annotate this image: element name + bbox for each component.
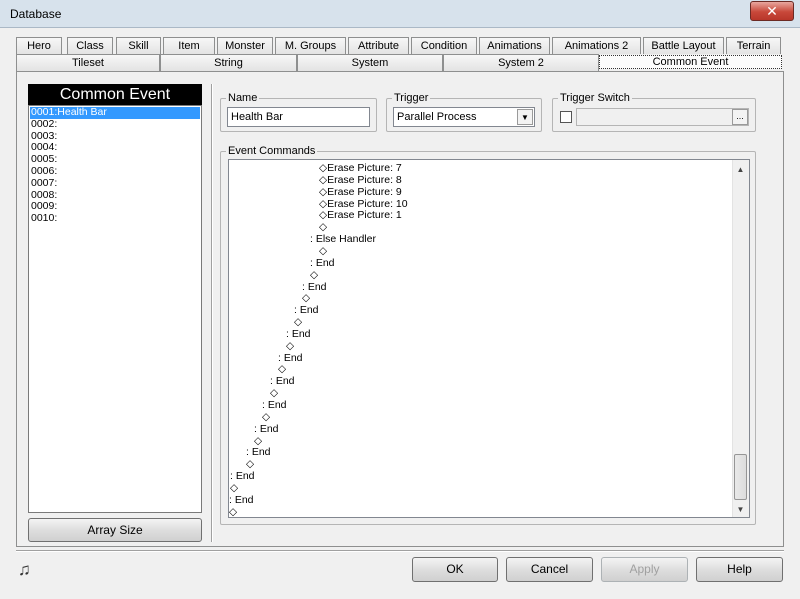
tab-condition[interactable]: Condition: [411, 37, 477, 54]
event-command-line[interactable]: ◇: [262, 411, 270, 423]
event-command-line[interactable]: ◇: [294, 316, 302, 328]
help-button[interactable]: Help: [696, 557, 783, 582]
event-command-line[interactable]: ◇: [319, 221, 327, 233]
event-command-line[interactable]: ◇: [230, 482, 238, 494]
common-event-list[interactable]: 0001:Health Bar 0002: 0003: 0004: 0005: 0006:…: [28, 105, 202, 513]
tab-item[interactable]: Item: [163, 37, 215, 54]
panel-divider: [211, 84, 213, 542]
event-command-line[interactable]: : End: [229, 494, 254, 506]
tab-hero[interactable]: Hero: [16, 37, 62, 54]
window-title: Database: [10, 7, 62, 21]
tab-string[interactable]: String: [160, 54, 297, 71]
event-command-line[interactable]: ◇Erase Picture: 1: [319, 209, 402, 221]
tab-monster[interactable]: Monster: [217, 37, 273, 54]
event-command-line[interactable]: ◇Erase Picture: 9: [319, 186, 402, 198]
common-event-item[interactable]: 0010:: [30, 212, 200, 225]
name-label: Name: [226, 92, 260, 104]
event-command-line[interactable]: : End: [254, 423, 279, 435]
event-command-line[interactable]: ◇: [319, 245, 327, 257]
event-command-line[interactable]: : End: [230, 470, 255, 482]
event-command-line[interactable]: : End: [262, 399, 287, 411]
array-size-button[interactable]: Array Size: [28, 518, 202, 542]
event-command-line[interactable]: ◇Erase Picture: 10: [319, 198, 408, 210]
tab-battle-layout[interactable]: Battle Layout: [643, 37, 724, 54]
tab-system-2[interactable]: System 2: [443, 54, 599, 71]
close-button[interactable]: ✕: [750, 1, 794, 21]
event-command-line[interactable]: : End: [278, 352, 303, 364]
name-field[interactable]: Health Bar: [227, 107, 370, 127]
event-command-line[interactable]: : End: [294, 304, 319, 316]
event-command-line[interactable]: : Else Handler: [310, 233, 376, 245]
ok-button[interactable]: OK: [412, 557, 498, 582]
event-command-line[interactable]: : End: [302, 281, 327, 293]
event-command-line[interactable]: ◇: [278, 363, 286, 375]
tab-system[interactable]: System: [297, 54, 443, 71]
tab-common-event[interactable]: Common Event: [599, 55, 782, 69]
scroll-down-arrow-icon[interactable]: ▼: [732, 502, 749, 518]
event-command-line[interactable]: ◇: [286, 340, 294, 352]
trigger-switch-checkbox[interactable]: [560, 111, 572, 123]
cancel-button[interactable]: Cancel: [506, 557, 593, 582]
common-event-header: Common Event: [28, 84, 202, 105]
event-commands-label: Event Commands: [226, 145, 318, 157]
event-command-line[interactable]: ◇: [270, 387, 278, 399]
tab-tileset[interactable]: Tileset: [16, 54, 160, 71]
tab-class[interactable]: Class: [67, 37, 113, 54]
event-command-line[interactable]: ◇: [254, 435, 262, 447]
common-event-item[interactable]: 0002:: [30, 118, 200, 131]
event-command-line[interactable]: ◇: [302, 292, 310, 304]
event-command-line[interactable]: ◇: [246, 458, 254, 470]
event-command-line[interactable]: ◇: [229, 506, 237, 517]
tab-attribute[interactable]: Attribute: [348, 37, 409, 54]
trigger-select[interactable]: Parallel Process: [393, 107, 535, 127]
tab-animations[interactable]: Animations: [479, 37, 550, 54]
tab-animations-2[interactable]: Animations 2: [552, 37, 641, 54]
title-bar: [0, 0, 800, 28]
common-event-item[interactable]: 0007:: [30, 177, 200, 190]
scrollbar-thumb[interactable]: [734, 454, 747, 500]
trigger-label: Trigger: [392, 92, 431, 104]
apply-button[interactable]: Apply: [601, 557, 688, 582]
event-command-line[interactable]: : End: [270, 375, 295, 387]
trigger-switch-browse-button[interactable]: ...: [732, 109, 748, 125]
chevron-down-icon[interactable]: ▼: [517, 109, 533, 125]
event-commands-list[interactable]: ◇Erase Picture: 7 ◇Erase Picture: 8 ◇Erase…: [228, 159, 750, 518]
event-command-line[interactable]: : End: [286, 328, 311, 340]
tab-m-groups[interactable]: M. Groups: [275, 37, 346, 54]
event-command-line[interactable]: ◇Erase Picture: 8: [319, 174, 402, 186]
tab-terrain[interactable]: Terrain: [726, 37, 781, 54]
event-command-line[interactable]: : End: [310, 257, 335, 269]
trigger-switch-field: [576, 108, 749, 126]
trigger-switch-label: Trigger Switch: [558, 92, 632, 104]
event-command-line[interactable]: : End: [246, 446, 271, 458]
event-command-line[interactable]: ◇: [310, 269, 318, 281]
bottom-divider: [16, 550, 784, 552]
scroll-up-arrow-icon[interactable]: ▲: [732, 162, 749, 178]
music-note-icon[interactable]: ♫: [18, 560, 38, 580]
event-command-line[interactable]: ◇Erase Picture: 7: [319, 162, 402, 174]
common-event-item[interactable]: 0006:: [30, 165, 200, 178]
tab-skill[interactable]: Skill: [116, 37, 161, 54]
